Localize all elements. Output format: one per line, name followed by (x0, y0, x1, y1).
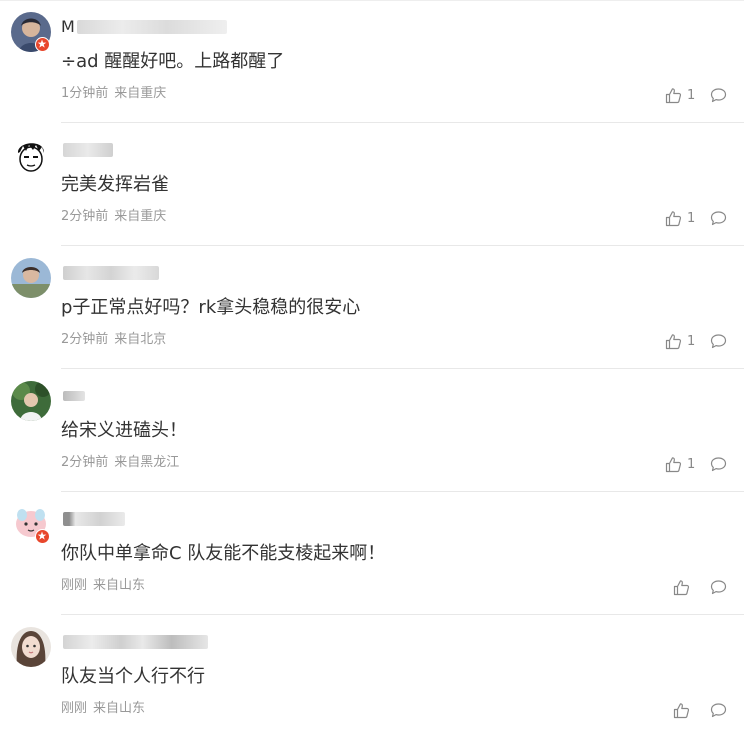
like-button[interactable] (673, 577, 695, 597)
comment-item: p子正常点好吗？rk拿头稳稳的很安心 2分钟前 来自北京 1 (0, 246, 744, 369)
comment-location: 来自重庆 (114, 86, 167, 101)
like-button[interactable]: 1 (665, 208, 695, 228)
comment-meta: 2分钟前 来自黑龙江 (61, 454, 179, 472)
comment-location: 来自山东 (93, 701, 146, 716)
comment-meta: 2分钟前 来自重庆 (61, 208, 166, 226)
username-blur (63, 512, 125, 526)
comment-meta: 2分钟前 来自北京 (61, 331, 166, 349)
like-button[interactable]: 1 (665, 454, 695, 474)
username[interactable] (61, 632, 208, 652)
reply-button[interactable] (710, 577, 728, 597)
avatar[interactable] (11, 381, 51, 421)
thumbs-up-icon (673, 702, 690, 718)
comment-bubble-icon (710, 702, 727, 717)
verified-badge-icon (35, 529, 50, 544)
comment-bubble-icon (710, 87, 727, 102)
comment-text: p子正常点好吗？rk拿头稳稳的很安心 (61, 297, 361, 318)
like-button[interactable]: 1 (665, 331, 695, 351)
username[interactable] (61, 509, 125, 529)
reply-button[interactable] (710, 208, 728, 228)
comment-time: 刚刚 (61, 701, 88, 716)
thumbs-up-icon (673, 579, 690, 595)
like-count: 1 (687, 333, 696, 349)
comment-time: 2分钟前 (61, 332, 109, 347)
comment-bubble-icon (710, 456, 727, 471)
reply-button[interactable] (710, 454, 728, 474)
username[interactable] (61, 263, 159, 283)
avatar[interactable] (11, 135, 51, 175)
username[interactable]: M (61, 17, 227, 37)
thumbs-up-icon (665, 210, 682, 226)
like-button[interactable]: 1 (665, 85, 695, 105)
comment-item: M ÷ad 醒醒好吧。上路都醒了 1分钟前 来自重庆 1 (0, 0, 744, 123)
comment-item: 给宋义进磕头！ 2分钟前 来自黑龙江 1 (0, 369, 744, 492)
avatar[interactable] (11, 627, 51, 667)
comment-text: ÷ad 醒醒好吧。上路都醒了 (61, 51, 285, 72)
comment-location: 来自重庆 (114, 209, 167, 224)
comment-time: 2分钟前 (61, 455, 109, 470)
comment-meta: 刚刚 来自山东 (61, 700, 145, 718)
like-count: 1 (687, 210, 696, 226)
thumbs-up-icon (665, 333, 682, 349)
comment-item: 队友当个人行不行 刚刚 来自山东 (0, 615, 744, 736)
username[interactable] (61, 140, 113, 160)
username-blur (63, 266, 159, 280)
comment-text: 队友当个人行不行 (61, 666, 205, 687)
username[interactable] (61, 386, 85, 406)
comment-item: 完美发挥岩雀 2分钟前 来自重庆 1 (0, 123, 744, 246)
comment-location: 来自北京 (114, 332, 167, 347)
comment-text: 你队中单拿命C 队友能不能支棱起来啊！ (61, 543, 386, 564)
comment-location: 来自山东 (93, 578, 146, 593)
verified-badge-icon (35, 37, 50, 52)
reply-button[interactable] (710, 331, 728, 351)
comment-location: 来自黑龙江 (114, 455, 180, 470)
like-count: 1 (687, 456, 696, 472)
comment-bubble-icon (710, 333, 727, 348)
comment-bubble-icon (710, 579, 727, 594)
reply-button[interactable] (710, 700, 728, 720)
comment-time: 1分钟前 (61, 86, 109, 101)
like-count: 1 (687, 87, 696, 103)
username-blur (76, 20, 227, 34)
username-text: M (61, 17, 75, 36)
like-button[interactable] (673, 700, 695, 720)
comment-time: 刚刚 (61, 578, 88, 593)
username-blur (63, 391, 85, 401)
comment-item: 你队中单拿命C 队友能不能支棱起来啊！ 刚刚 来自山东 (0, 492, 744, 615)
username-blur (63, 143, 113, 157)
username-blur (63, 635, 208, 649)
comment-bubble-icon (710, 210, 727, 225)
comment-text: 给宋义进磕头！ (61, 420, 187, 441)
comment-prefix-glyph: ÷ (61, 51, 77, 72)
thumbs-up-icon (665, 87, 682, 103)
thumbs-up-icon (665, 456, 682, 472)
comment-meta: 1分钟前 来自重庆 (61, 85, 166, 103)
comment-meta: 刚刚 来自山东 (61, 577, 145, 595)
avatar[interactable] (11, 258, 51, 298)
comment-text: 完美发挥岩雀 (61, 174, 169, 195)
reply-button[interactable] (710, 85, 728, 105)
comment-time: 2分钟前 (61, 209, 109, 224)
